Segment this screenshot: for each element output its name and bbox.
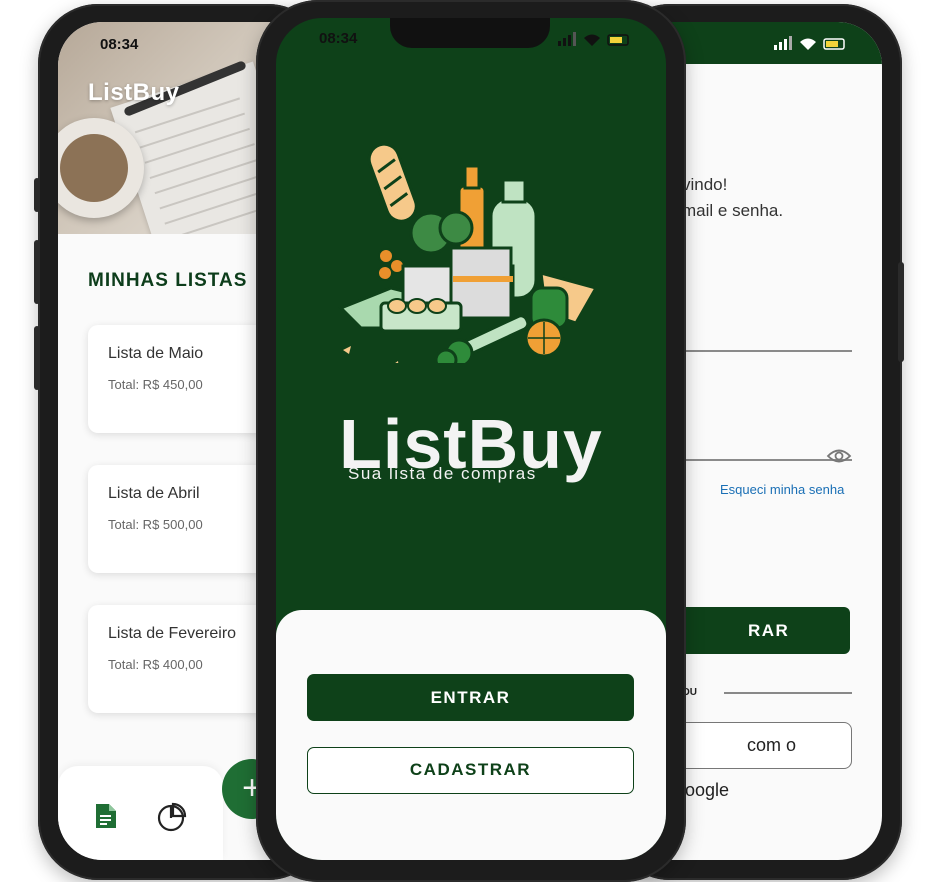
welcome-text: vindo! mail e senha.: [682, 172, 783, 224]
bottom-sheet: [276, 610, 666, 860]
enter-button[interactable]: ENTRAR: [307, 674, 634, 721]
section-title: MINHAS LISTAS: [88, 270, 248, 291]
welcome-screen: 08:34 ListBuy Sua lista de compras ENTRA…: [276, 18, 666, 860]
email-field[interactable]: [682, 350, 852, 352]
app-title: ListBuy: [88, 79, 180, 106]
app-slogan: Sua lista de compras: [348, 464, 537, 483]
list-name: Lista de Maio: [108, 345, 204, 362]
status-icons: [774, 36, 845, 50]
forgot-password-link[interactable]: Esqueci minha senha: [720, 482, 844, 497]
list-total: Total: R$ 450,00: [108, 377, 203, 392]
list-name: Lista de Abril: [108, 485, 200, 502]
login-button-label: RAR: [748, 621, 790, 640]
status-time: 08:34: [319, 30, 358, 47]
silent-switch: [34, 178, 40, 212]
list-total: Total: R$ 400,00: [108, 657, 203, 672]
phone-welcome: 08:34 ListBuy Sua lista de compras ENTRA…: [256, 0, 686, 882]
status-icons: [558, 32, 629, 46]
list-name: Lista de Fevereiro: [108, 625, 237, 642]
eye-icon[interactable]: [826, 448, 852, 464]
groceries-illustration: [338, 142, 599, 363]
volume-down-button: [34, 326, 40, 390]
greeting-line-2: mail e senha.: [682, 201, 784, 220]
volume-up-button: [34, 240, 40, 304]
google-login-button[interactable]: com o Google: [670, 722, 852, 800]
divider: [724, 692, 852, 694]
power-button: [898, 262, 904, 362]
pie-chart-icon[interactable]: [157, 802, 187, 832]
status-time: 08:34: [100, 36, 139, 53]
bottom-nav: [58, 766, 223, 860]
google-button-label: com o Google: [671, 735, 797, 800]
signup-button[interactable]: CADASTRAR: [307, 747, 634, 794]
login-button[interactable]: RAR: [670, 607, 850, 654]
greeting-line-1: vindo!: [682, 175, 728, 194]
notch: [390, 18, 550, 48]
document-icon[interactable]: [94, 802, 118, 830]
list-total: Total: R$ 500,00: [108, 517, 203, 532]
